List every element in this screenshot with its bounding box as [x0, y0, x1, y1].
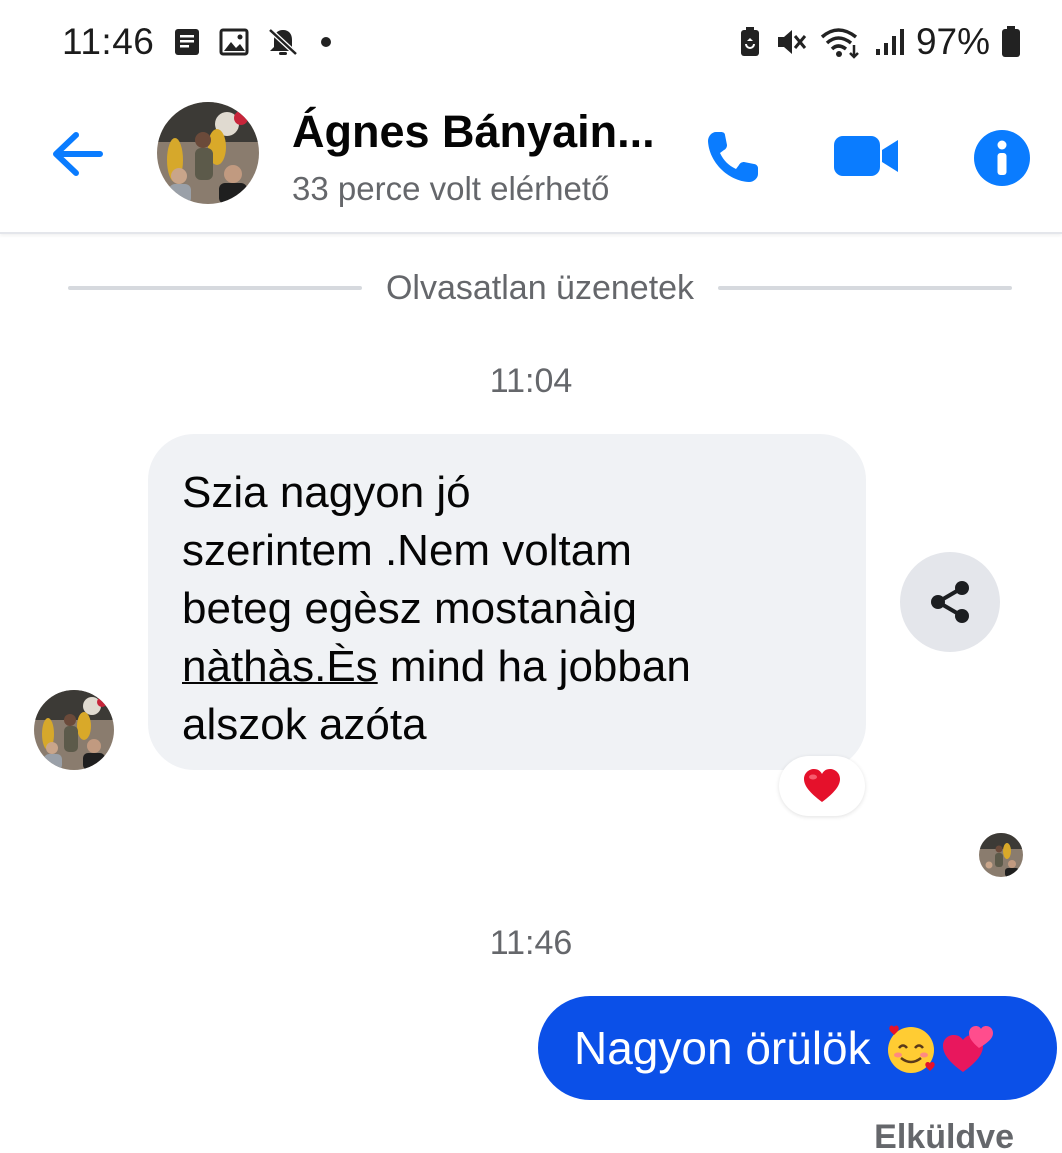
status-right-icons: 97% [736, 21, 1022, 63]
status-left-icons [172, 26, 336, 58]
message-line: Szia nagyon jó [182, 468, 471, 517]
divider-line-left [68, 286, 362, 290]
battery-percentage: 97% [915, 21, 990, 62]
unread-messages-divider: Olvasatlan üzenetek [68, 266, 1013, 310]
sender-avatar[interactable] [34, 690, 114, 770]
contact-avatar[interactable] [157, 102, 259, 204]
conversation-info-button[interactable] [972, 128, 1032, 188]
smiling-face-with-hearts-icon [887, 1025, 935, 1073]
message-sent-status: Elküldve [874, 1118, 1014, 1153]
message-timestamp: 11:04 [489, 362, 573, 400]
unread-messages-label: Olvasatlan üzenetek [385, 268, 695, 307]
video-call-button[interactable] [832, 132, 902, 180]
battery-saver-icon [740, 27, 759, 56]
message-line-rest: mind ha jobban [377, 642, 691, 691]
dot-icon [321, 37, 332, 47]
mute-icon [777, 30, 807, 54]
status-time: 11:46 [62, 21, 155, 62]
message-line: nàthàs.Ès mind ha jobban [182, 638, 832, 696]
share-button[interactable] [900, 552, 1000, 652]
audio-call-button[interactable] [702, 128, 764, 188]
two-hearts-icon [942, 1026, 993, 1072]
contact-photo [157, 102, 259, 204]
seen-by-avatar [979, 833, 1023, 877]
signal-icon [875, 29, 904, 55]
share-icon [931, 581, 969, 623]
divider-line-right [718, 286, 1013, 290]
message-timestamp: 11:46 [489, 924, 573, 962]
outgoing-message-text: Nagyon örülök [574, 1022, 871, 1074]
messenger-chat-screen: 11:46 97% Ágnes Bányain... 33 perce volt… [0, 0, 1062, 1153]
bell-off-icon [268, 28, 299, 56]
emoji-group [883, 1020, 995, 1076]
back-button[interactable] [50, 130, 106, 178]
chat-header: Ágnes Bányain... 33 perce volt elérhető [0, 84, 1062, 234]
arrow-left-icon [53, 132, 103, 176]
contact-active-status: 33 perce volt elérhető [292, 170, 610, 207]
status-bar: 11:46 97% [0, 0, 1062, 84]
message-reaction[interactable] [779, 756, 865, 816]
seen-by-photo [979, 833, 1023, 877]
outgoing-message-bubble[interactable]: Nagyon örülök [538, 996, 1057, 1100]
message-line: beteg egèsz mostanàig [182, 584, 637, 633]
sender-photo [34, 690, 114, 770]
heart-icon [804, 769, 840, 802]
message-line: alszok azóta [182, 700, 427, 749]
info-icon [974, 130, 1030, 186]
wifi-icon [820, 28, 859, 59]
phone-icon [708, 132, 758, 182]
contact-name[interactable]: Ágnes Bányain... [292, 106, 655, 158]
video-camera-icon [834, 136, 898, 176]
battery-icon [1002, 26, 1020, 57]
message-line: szerintem .Nem voltam [182, 526, 632, 575]
notes-icon [175, 29, 200, 55]
gallery-icon [219, 28, 249, 56]
message-link[interactable]: nàthàs.Ès [182, 642, 378, 691]
incoming-message-bubble[interactable]: Szia nagyon jó szerintem .Nem voltam bet… [148, 434, 866, 770]
